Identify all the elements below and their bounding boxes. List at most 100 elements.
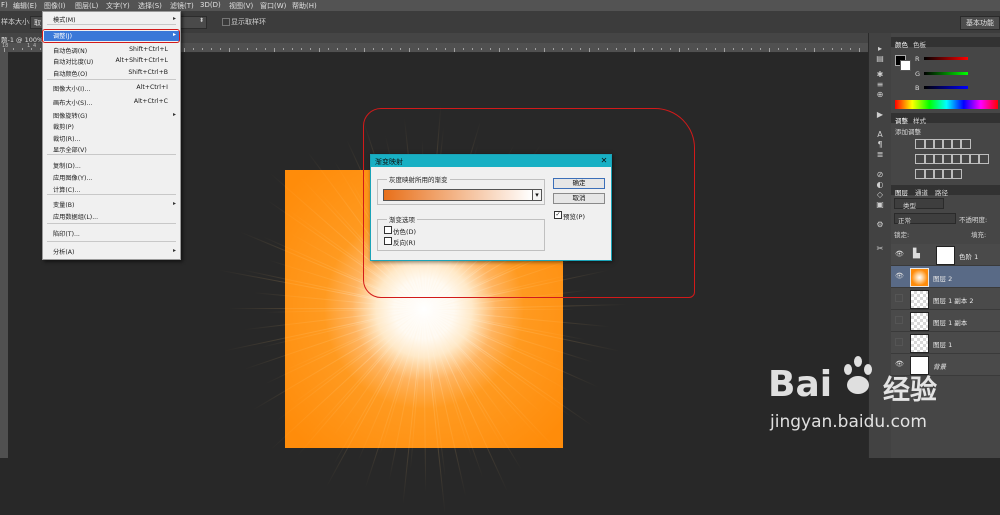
brush-icon[interactable]: ✱ [875,71,885,79]
visibility-eye-icon[interactable] [895,294,903,302]
fill-label: 填充: [971,231,987,239]
tab-styles[interactable]: 样式 [913,115,926,125]
layer-row[interactable]: 👁 图层 2 [891,266,1000,288]
ruler-tick [463,48,464,50]
layer-comps-icon[interactable]: ▣ [875,201,885,209]
character-icon[interactable]: A [875,131,885,139]
paragraph-icon[interactable]: ¶ [875,141,885,149]
menu-select[interactable]: 选择(S) [138,1,162,11]
history-icon[interactable]: ▸ [875,45,885,53]
image-menu-item[interactable]: 自动色调(N) Shift+Ctrl+L [43,45,180,55]
tool-presets-icon[interactable]: ⊘ [875,171,885,179]
style-icon[interactable]: ◇ [875,191,885,199]
brush-presets-icon[interactable]: ≡ [875,81,885,89]
image-menu-item[interactable]: 画布大小(S)... Alt+Ctrl+C [43,97,180,107]
menu-type[interactable]: 文字(Y) [106,1,130,11]
ruler-tick [184,48,185,52]
layer-kind-filter[interactable]: 类型 [894,198,944,210]
tab-layers[interactable]: 图层 [895,187,908,197]
dialog-title: 渐变映射 [375,158,403,166]
g-slider[interactable] [924,72,968,75]
menu-help[interactable]: 帮助(H) [292,1,317,11]
tab-adjustments[interactable]: 调整 [895,115,908,125]
ruler-tick [643,48,644,50]
image-menu-item[interactable]: 模式(M) ▸ [43,14,180,24]
cancel-button[interactable]: 取消 [553,193,605,204]
image-menu-item[interactable]: 复制(D)... [43,160,180,170]
glyph-icon[interactable]: ≣ [875,151,885,159]
menu-filter[interactable]: 滤镜(T) [170,1,194,11]
menu-image[interactable]: 图像(I) [44,1,66,11]
ruler-tick [778,48,779,50]
image-menu-item[interactable]: 分析(A) ▸ [43,246,180,256]
layer-row[interactable]: 图层 1 副本 [891,310,1000,332]
tab-color[interactable]: 颜色 [895,39,908,49]
image-menu-item[interactable]: 图像大小(I)... Alt+Ctrl+I [43,83,180,93]
tab-swatches[interactable]: 色板 [913,39,926,49]
r-slider[interactable] [924,57,968,60]
visibility-eye-icon[interactable]: 👁 [895,272,904,280]
visibility-eye-icon[interactable] [895,338,903,346]
ruler-tick [814,48,815,52]
image-menu-item[interactable]: 计算(C)... [43,184,180,194]
image-menu-item[interactable]: 自动颜色(O) Shift+Ctrl+B [43,68,180,78]
menu-item-label: 画布大小(S)... [53,100,93,107]
menu-file[interactable]: F) [1,1,8,9]
image-menu-item[interactable]: 应用数据组(L)... [43,211,180,221]
ruler-tick [382,48,383,50]
menu-edit[interactable]: 编辑(E) [13,1,37,11]
image-menu-item[interactable]: 裁切(R)... [43,133,180,143]
close-icon[interactable]: ✕ [599,156,609,166]
adjust-icon[interactable]: ◐ [875,181,885,189]
tab-paths[interactable]: 路径 [935,187,948,197]
menu-item-label: 变量(B) [53,202,75,209]
show-sampling-ring-checkbox[interactable] [222,18,230,26]
blend-mode-select[interactable]: 正常 [894,213,956,225]
menu-item-label: 自动对比度(U) [53,59,94,66]
timeline-icon[interactable]: ✂ [875,245,885,253]
play-icon[interactable]: ▶ [875,111,885,119]
clone-source-icon[interactable]: ⊕ [875,91,885,99]
background-color-swatch[interactable] [900,60,911,71]
reverse-checkbox[interactable] [384,237,392,245]
layer-row[interactable]: 👁 ▙ 色阶 1 [891,244,1000,266]
properties-icon[interactable]: ▤ [875,55,885,63]
image-menu-item[interactable]: 显示全部(V) [43,144,180,154]
layer-row[interactable]: 图层 1 副本 2 [891,288,1000,310]
workspace-button[interactable]: 基本功能 [960,16,1000,30]
vertical-ruler[interactable] [0,52,8,458]
channel-b-label: B [915,84,920,92]
settings-icon[interactable]: ⚙ [875,221,885,229]
preview-checkbox[interactable]: ✓ [554,211,562,219]
tab-channels[interactable]: 通道 [915,187,928,197]
menu-window[interactable]: 窗口(W) [260,1,286,11]
ruler-tick [490,48,491,50]
image-menu-item[interactable]: 裁剪(P) [43,121,180,131]
menu-layer[interactable]: 图层(L) [75,1,98,11]
gradient-preview[interactable] [383,189,533,201]
image-menu-item[interactable]: 应用图像(Y)... [43,172,180,182]
gradient-dropdown-arrow[interactable]: ▾ [532,189,542,201]
ruler-tick [445,48,446,50]
visibility-eye-icon[interactable] [895,316,903,324]
variations-icon[interactable] [951,169,962,179]
ruler-tick [508,48,509,50]
image-menu-item[interactable]: 自动对比度(U) Alt+Shift+Ctrl+L [43,56,180,66]
ruler-tick [265,48,266,50]
image-menu-item[interactable]: 陷印(T)... [43,228,180,238]
ok-button[interactable]: 确定 [553,178,605,189]
menu-3d[interactable]: 3D(D) [200,1,221,9]
hue-icon[interactable] [960,139,971,149]
visibility-eye-icon[interactable]: 👁 [895,250,904,258]
adjustments-panel-header: 调整 样式 [891,113,1000,125]
image-menu-item[interactable]: 图像旋转(G) ▸ [43,110,180,120]
dialog-title-bar[interactable]: 渐变映射 ✕ [371,155,611,167]
menu-view[interactable]: 视图(V) [229,1,253,11]
dither-checkbox[interactable] [384,226,392,234]
ruler-tick [616,48,617,50]
threshold-icon[interactable] [978,154,989,164]
b-slider[interactable] [924,86,968,89]
image-menu-item[interactable]: 变量(B) ▸ [43,199,180,209]
menu-item-label: 陷印(T)... [53,231,80,238]
color-spectrum-bar[interactable] [895,100,998,109]
